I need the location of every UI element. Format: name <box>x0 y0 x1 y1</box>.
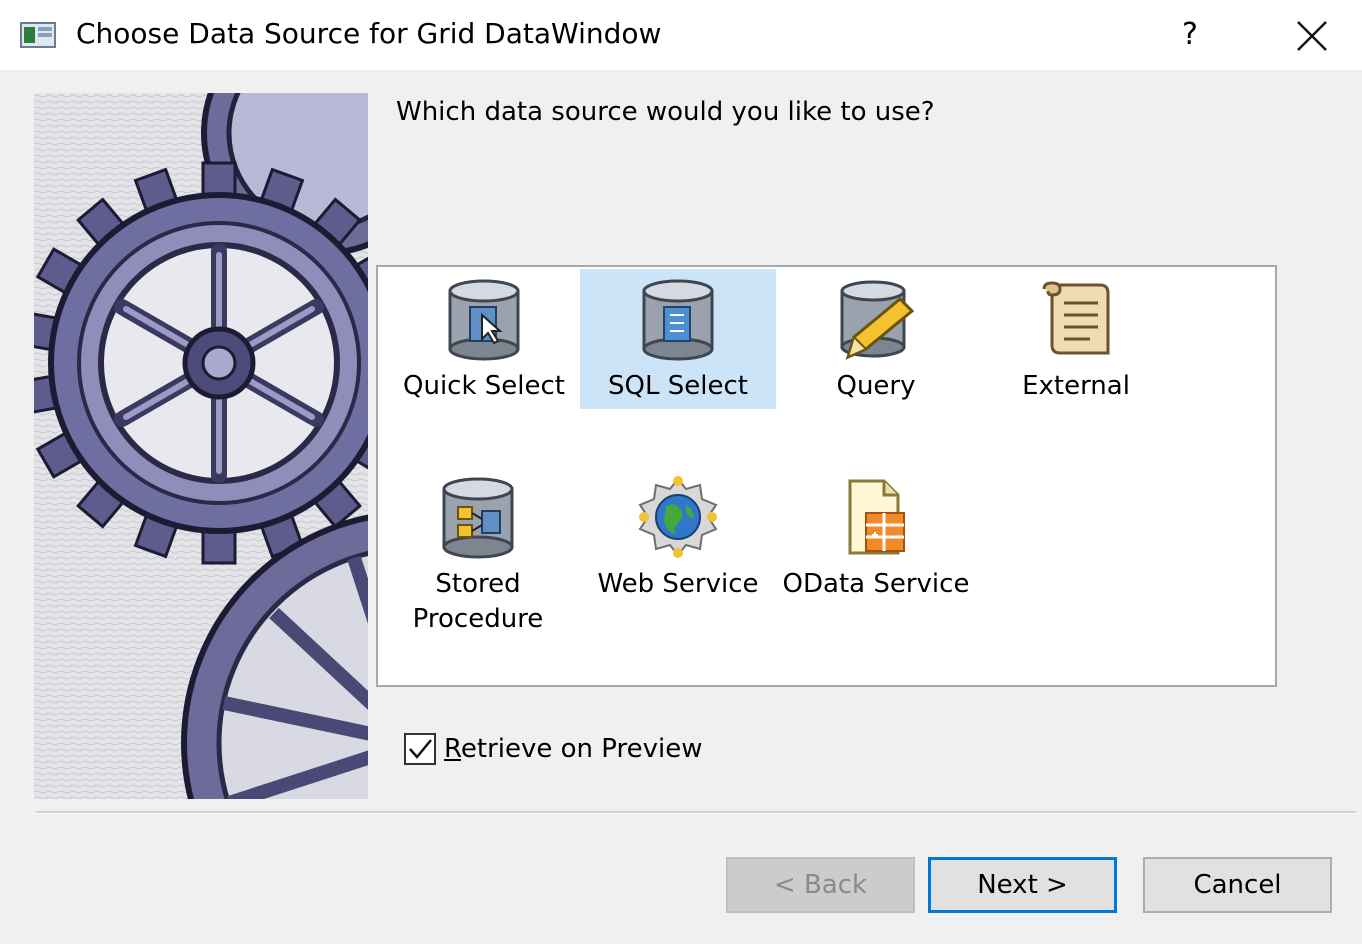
source-quick-select[interactable]: Quick Select <box>386 269 582 409</box>
checkbox-label-mnemonic: R <box>444 734 461 764</box>
source-external[interactable]: External <box>978 269 1174 409</box>
source-odata-service[interactable]: OData Service <box>778 467 974 607</box>
gears-illustration <box>34 93 368 799</box>
source-web-service[interactable]: Web Service <box>580 467 776 607</box>
checkbox-box[interactable] <box>404 733 436 765</box>
next-button[interactable]: Next > <box>928 857 1117 913</box>
query-database-pencil-icon <box>840 280 915 360</box>
source-label: Quick Select <box>403 371 565 401</box>
source-query[interactable]: Query <box>778 269 974 409</box>
source-stored-procedure[interactable]: Stored Procedure <box>380 467 576 647</box>
cancel-button[interactable]: Cancel <box>1143 857 1332 913</box>
footer-separator <box>36 811 1356 814</box>
source-sql-select[interactable]: SQL Select <box>580 269 776 409</box>
stored-procedure-database-icon <box>442 477 514 559</box>
title-bar: Choose Data Source for Grid DataWindow ? <box>0 0 1362 70</box>
source-label: SQL Select <box>608 371 748 401</box>
checkmark-icon <box>409 739 432 759</box>
source-label: Query <box>836 371 916 401</box>
data-source-list[interactable]: Quick Select SQL Select Query External S… <box>376 265 1277 687</box>
source-label: External <box>1022 371 1130 401</box>
close-icon[interactable] <box>1280 10 1344 60</box>
prompt-question: Which data source would you like to use? <box>396 97 935 127</box>
help-button[interactable]: ? <box>1160 10 1220 60</box>
datawindow-app-icon <box>20 22 56 48</box>
sql-select-database-icon <box>642 279 714 361</box>
external-scroll-icon <box>1042 281 1110 355</box>
window-title: Choose Data Source for Grid DataWindow <box>76 17 662 50</box>
source-label: Web Service <box>597 569 759 599</box>
source-label: Stored Procedure <box>412 569 544 634</box>
odata-service-document-icon <box>848 479 905 555</box>
back-button[interactable]: < Back <box>726 857 915 913</box>
checkbox-label[interactable]: Retrieve on Preview <box>444 731 703 767</box>
checkbox-label-text: etrieve on Preview <box>460 734 703 764</box>
web-service-globe-icon <box>638 476 718 558</box>
quick-select-database-icon <box>448 279 520 361</box>
source-label: OData Service <box>782 569 970 599</box>
